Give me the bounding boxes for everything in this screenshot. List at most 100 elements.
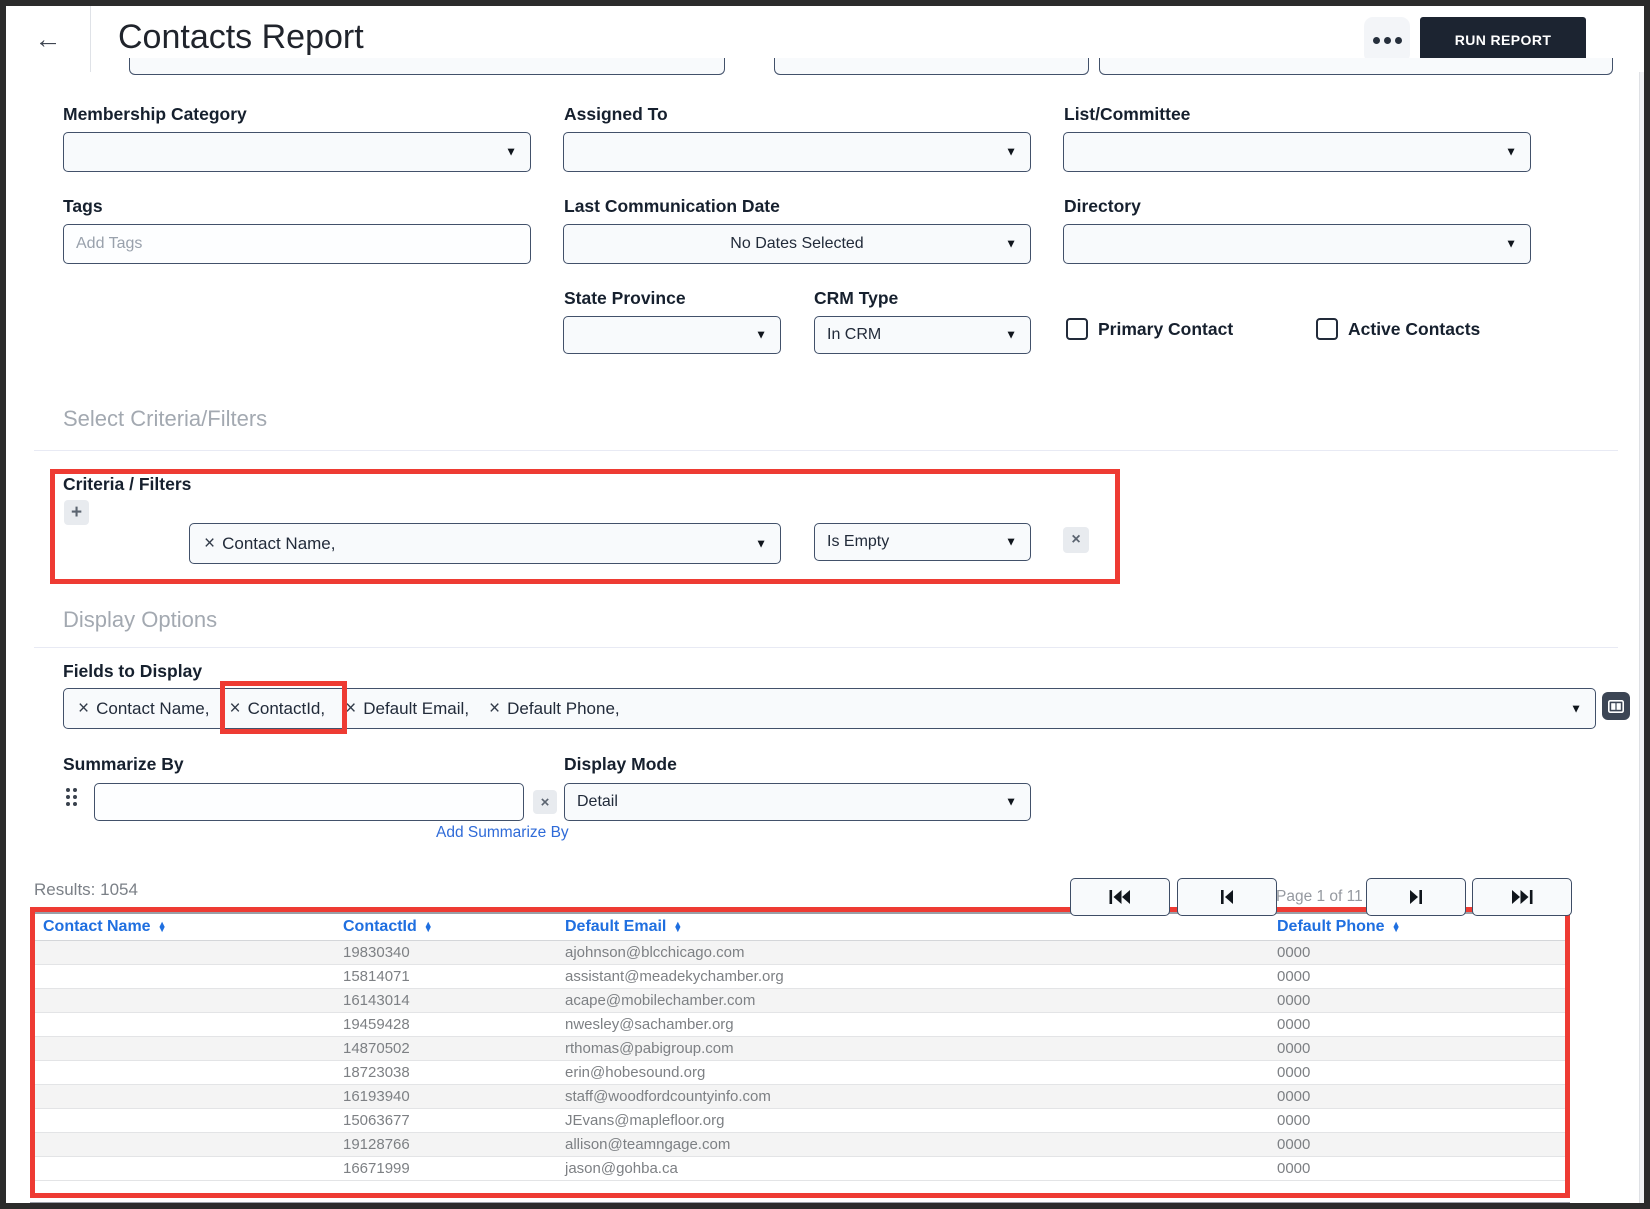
partial-field-above <box>129 58 725 75</box>
chevron-down-icon: ▼ <box>755 327 767 342</box>
field-chip[interactable]: × Default Email, <box>345 698 469 720</box>
drag-handle-icon[interactable] <box>66 788 81 811</box>
table-header-row: Contact Name ▲ ▼ ContactId ▲ ▼ Default Email… <box>35 914 1565 941</box>
table-cell <box>35 1036 335 1061</box>
partial-field-above <box>774 58 1089 75</box>
chip-label: ContactId, <box>247 698 326 718</box>
partial-table-row: 16494898 gina.ribata@eduverdiance.com 00… <box>30 1202 1570 1209</box>
page-indicator: Page 1 of 11 <box>1276 888 1363 905</box>
table-cell: 0000 <box>1269 1084 1565 1109</box>
table-cell: 19830340 <box>335 940 557 965</box>
assigned-to-label: Assigned To <box>564 104 668 124</box>
next-page-button[interactable] <box>1366 878 1466 916</box>
remove-criteria-button[interactable]: × <box>1063 527 1089 553</box>
field-chip[interactable]: × ContactId, <box>230 698 326 720</box>
page-title: Contacts Report <box>118 18 364 56</box>
table-row: 16143014 acape@mobilechamber.com 0000 <box>35 988 1565 1013</box>
chip-label: Default Email, <box>363 698 470 718</box>
active-contacts-label: Active Contacts <box>1348 319 1481 339</box>
column-header-default-email[interactable]: Default Email ▲ ▼ <box>557 914 1269 941</box>
criteria-operator-dropdown[interactable]: Is Empty ▼ <box>814 523 1031 561</box>
table-cell: 16143014 <box>335 988 557 1013</box>
results-count: Results: 1054 <box>34 880 138 899</box>
first-page-button[interactable] <box>1070 878 1170 916</box>
table-cell <box>35 988 335 1013</box>
chip-label: Default Phone, <box>507 698 620 718</box>
previous-page-icon <box>1221 890 1233 904</box>
display-mode-dropdown[interactable]: Detail ▼ <box>564 783 1031 821</box>
chevron-down-icon: ▼ <box>1005 144 1017 159</box>
table-cell <box>35 964 335 989</box>
sort-icon[interactable]: ▲ ▼ <box>158 919 167 933</box>
previous-page-button[interactable] <box>1177 878 1277 916</box>
run-report-button[interactable]: RUN REPORT <box>1420 17 1586 63</box>
sort-icon[interactable]: ▲ ▼ <box>424 919 433 933</box>
sort-icon[interactable]: ▲ ▼ <box>673 919 682 933</box>
fields-to-display-dropdown[interactable]: × Contact Name, × ContactId, × Default E… <box>63 680 1596 734</box>
chevron-down-icon: ▼ <box>1570 701 1582 716</box>
chip-remove-icon[interactable]: × <box>345 698 356 720</box>
more-options-button[interactable] <box>1364 17 1410 63</box>
last-page-icon <box>1512 890 1533 904</box>
chevron-down-icon: ▼ <box>1005 236 1017 251</box>
ellipsis-dot <box>1372 36 1380 44</box>
list-committee-dropdown[interactable]: ▼ <box>1063 132 1531 172</box>
table-cell: assistant@meadekychamber.org <box>557 964 1269 989</box>
table-row: 16193940 staff@woodfordcountyinfo.com 0000 <box>35 1084 1565 1109</box>
active-contacts-checkbox[interactable] <box>1316 318 1338 340</box>
back-button[interactable]: ← <box>6 6 91 72</box>
directory-label: Directory <box>1064 196 1141 216</box>
chip-remove-icon[interactable]: × <box>489 698 500 720</box>
crm-type-dropdown[interactable]: In CRM ▼ <box>814 316 1031 354</box>
criteria-field-dropdown[interactable]: × Contact Name, ▼ <box>189 523 781 564</box>
table-cell: 16193940 <box>335 1084 557 1109</box>
field-chip[interactable]: × Default Phone, <box>489 698 620 720</box>
column-header-default-phone[interactable]: Default Phone ▲ ▼ <box>1269 914 1565 941</box>
column-header-contactid[interactable]: ContactId ▲ ▼ <box>335 914 557 941</box>
partial-contactid: 16494898 <box>338 1205 405 1209</box>
last-page-button[interactable] <box>1472 878 1572 916</box>
sort-icon[interactable]: ▲ ▼ <box>1392 919 1401 933</box>
column-header-contact-name[interactable]: Contact Name ▲ ▼ <box>35 914 335 941</box>
add-criteria-button[interactable]: + <box>64 500 89 525</box>
summarize-by-input[interactable] <box>94 783 524 821</box>
remove-summarize-button[interactable]: × <box>533 790 557 814</box>
membership-category-dropdown[interactable]: ▼ <box>63 132 531 172</box>
vertical-scrollbar[interactable] <box>1639 72 1644 1203</box>
chip-remove-icon[interactable]: × <box>230 698 241 720</box>
field-chip[interactable]: × Contact Name, <box>78 698 210 720</box>
highlighted-chip-wrap: × ContactId, <box>219 680 348 734</box>
state-province-dropdown[interactable]: ▼ <box>563 316 781 354</box>
table-cell: 0000 <box>1269 988 1565 1013</box>
results-table-body: 19830340 ajohnson@blcchicago.com 0000 15814… <box>35 940 1565 1181</box>
table-row: 16671999 jason@gohba.ca 0000 <box>35 1156 1565 1181</box>
table-row: 19459428 nwesley@sachamber.org 0000 <box>35 1012 1565 1037</box>
table-cell: ajohnson@blcchicago.com <box>557 940 1269 965</box>
table-cell <box>35 1156 335 1181</box>
directory-dropdown[interactable]: ▼ <box>1063 224 1531 264</box>
table-cell: 0000 <box>1269 1060 1565 1085</box>
criteria-operator-value: Is Empty <box>827 533 890 550</box>
columns-icon <box>1608 699 1624 713</box>
chip-label: Contact Name, <box>222 533 336 553</box>
tags-input[interactable] <box>63 224 531 264</box>
table-cell <box>35 1132 335 1157</box>
table-cell: acape@mobilechamber.com <box>557 988 1269 1013</box>
criteria-field-chip[interactable]: × Contact Name, <box>204 533 336 555</box>
ellipsis-dot <box>1394 36 1402 44</box>
display-options-heading: Display Options <box>63 607 218 632</box>
table-cell: nwesley@sachamber.org <box>557 1012 1269 1037</box>
add-summarize-by-link[interactable]: Add Summarize By <box>436 824 569 842</box>
table-cell: staff@woodfordcountyinfo.com <box>557 1084 1269 1109</box>
primary-contact-checkbox[interactable] <box>1066 318 1088 340</box>
chip-remove-icon[interactable]: × <box>78 698 89 720</box>
summarize-by-label: Summarize By <box>63 754 184 774</box>
chip-remove-icon[interactable]: × <box>204 533 215 555</box>
chevron-down-icon: ▼ <box>1005 534 1017 549</box>
table-cell: 15063677 <box>335 1108 557 1133</box>
column-settings-button[interactable] <box>1602 692 1630 720</box>
table-cell: 0000 <box>1269 1036 1565 1061</box>
last-communication-date-dropdown[interactable]: No Dates Selected ▼ <box>563 224 1031 264</box>
partial-phone: 0000 <box>1272 1205 1305 1209</box>
assigned-to-dropdown[interactable]: ▼ <box>563 132 1031 172</box>
